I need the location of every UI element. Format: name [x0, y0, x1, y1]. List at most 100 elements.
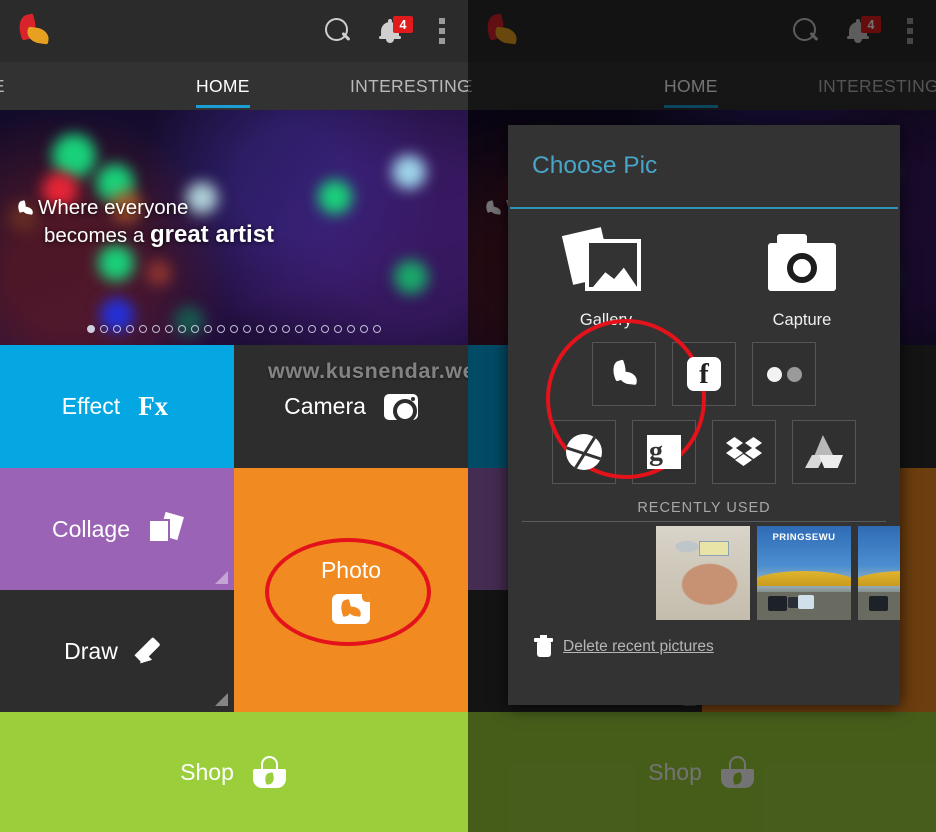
- banner-text: Where everyone becomes a great artist: [16, 195, 274, 249]
- tile-collage-label: Collage: [52, 515, 130, 542]
- tile-corner-indicator: [215, 693, 228, 706]
- banner-pager-dot[interactable]: [113, 325, 121, 333]
- pencil-icon: [134, 635, 170, 668]
- notification-badge: 4: [393, 16, 413, 33]
- tab-bar: ME HOME INTERESTING: [0, 62, 468, 110]
- search-button[interactable]: [312, 0, 364, 62]
- tile-shop[interactable]: Shop: [0, 712, 468, 832]
- choose-pic-dialog: Choose Pic Gallery Capture f g RECENTLY …: [508, 125, 900, 705]
- banner-pager-dot[interactable]: [230, 325, 238, 333]
- banner-line-2-strong: great artist: [149, 221, 275, 248]
- recently-used-header: RECENTLY USED: [637, 500, 771, 516]
- banner-pager-dot[interactable]: [243, 325, 251, 333]
- banner-pager-dot[interactable]: [191, 325, 199, 333]
- banner-pager-dots[interactable]: [0, 325, 468, 333]
- banner-pager-dot[interactable]: [308, 325, 316, 333]
- picsart-logo-icon[interactable]: [12, 13, 54, 49]
- banner-pager-dot[interactable]: [100, 325, 108, 333]
- banner-pager-dot[interactable]: [178, 325, 186, 333]
- source-gallery[interactable]: Gallery: [508, 227, 706, 479]
- banner-pager-dot[interactable]: [334, 325, 342, 333]
- right-phone-panel: 4 ME HOME INTERESTING: [468, 0, 936, 832]
- banner-pager-dot[interactable]: [217, 325, 225, 333]
- app-bar-actions: 4: [312, 0, 468, 62]
- tab-me[interactable]: ME: [0, 62, 5, 110]
- banner-pager-dot[interactable]: [373, 325, 381, 333]
- tile-draw[interactable]: Draw: [0, 590, 234, 712]
- banner-pager-dot[interactable]: [165, 325, 173, 333]
- tile-shop-label: Shop: [180, 758, 234, 785]
- tile-camera-label: Camera: [284, 393, 366, 419]
- picsart-photo-icon: [332, 593, 370, 624]
- primary-source-row: Gallery Capture: [508, 209, 900, 479]
- dropbox-icon: [726, 435, 762, 469]
- overflow-menu-button[interactable]: [416, 0, 468, 62]
- camera-icon: [383, 393, 418, 423]
- delete-recent-pictures-label: Delete recent pictures: [563, 638, 714, 655]
- source-capture[interactable]: Capture: [704, 231, 900, 330]
- banner-pager-dot[interactable]: [295, 325, 303, 333]
- notifications-button[interactable]: 4: [364, 0, 416, 62]
- collage-icon: [148, 511, 184, 544]
- banner-pager-dot[interactable]: [347, 325, 355, 333]
- dialog-header: Choose Pic: [508, 125, 900, 207]
- banner-pager-dot[interactable]: [321, 325, 329, 333]
- service-google-drive[interactable]: [792, 420, 856, 484]
- promo-banner[interactable]: Where everyone becomes a great artist: [0, 110, 468, 345]
- tile-corner-indicator: [215, 571, 228, 584]
- service-dropbox[interactable]: [712, 420, 776, 484]
- banner-pager-dot[interactable]: [282, 325, 290, 333]
- banner-pager-dot[interactable]: [87, 325, 95, 333]
- picsart-icon: [608, 361, 640, 387]
- facebook-icon: f: [687, 357, 721, 391]
- banner-pager-dot[interactable]: [269, 325, 277, 333]
- source-capture-label: Capture: [772, 311, 832, 329]
- banner-pager-dot[interactable]: [152, 325, 160, 333]
- banner-pager-dot[interactable]: [204, 325, 212, 333]
- pringsewu-arch-thumbnail[interactable]: PRINGSEWU: [757, 526, 851, 620]
- camera-capture-icon: [763, 231, 841, 297]
- shopping-bag-icon: [252, 756, 288, 788]
- service-picasa[interactable]: [552, 420, 616, 484]
- google-plus-icon: g: [647, 435, 681, 469]
- source-gallery-label: Gallery: [579, 311, 633, 329]
- tab-interesting[interactable]: INTERESTING: [350, 62, 468, 110]
- bell-icon: 4: [379, 16, 413, 43]
- services-row-2: g: [508, 420, 900, 484]
- feature-tile-grid: Effect Fx Camera Collage Photo: [0, 345, 468, 832]
- service-picsart[interactable]: [592, 342, 656, 406]
- overflow-menu-icon: [439, 18, 445, 44]
- service-facebook[interactable]: f: [672, 342, 736, 406]
- tile-photo-label: Photo: [320, 556, 382, 583]
- banner-line-2-prefix: becomes a: [44, 224, 150, 247]
- picsart-mini-logo-icon: [16, 201, 34, 214]
- recent-thumbnails-strip[interactable]: PRINGSEWU: [508, 526, 900, 622]
- banner-pager-dot[interactable]: [126, 325, 134, 333]
- dialog-title: Choose Pic: [532, 152, 658, 179]
- search-icon: [325, 18, 351, 44]
- recently-used-divider: [522, 521, 886, 522]
- banner-pager-dot[interactable]: [360, 325, 368, 333]
- flickr-icon: [766, 366, 802, 382]
- tile-draw-label: Draw: [64, 637, 118, 664]
- watermark-text: www.kusnendar.web.id: [268, 359, 468, 383]
- delete-recent-pictures-button[interactable]: Delete recent pictures: [508, 622, 900, 658]
- thumbnail-caption: PRINGSEWU: [772, 532, 836, 543]
- left-phone-panel: 4 ME HOME INTERESTING: [0, 0, 468, 832]
- service-google-plus[interactable]: g: [632, 420, 696, 484]
- banner-pager-dot[interactable]: [256, 325, 264, 333]
- tile-photo[interactable]: Photo: [234, 468, 468, 712]
- service-flickr[interactable]: [752, 342, 816, 406]
- screenshot-stage: 4 ME HOME INTERESTING: [0, 0, 936, 832]
- hand-photo-thumbnail[interactable]: [656, 526, 750, 620]
- google-drive-icon: [805, 435, 843, 469]
- picasa-icon: [566, 434, 602, 470]
- services-row-1: f: [508, 342, 900, 406]
- pringsewu-arch-thumbnail-2[interactable]: [858, 526, 900, 620]
- banner-line-1: Where everyone: [38, 196, 189, 219]
- tile-collage[interactable]: Collage: [0, 468, 234, 590]
- tile-effect-label: Effect: [61, 393, 121, 419]
- tile-effect[interactable]: Effect Fx: [0, 345, 234, 468]
- banner-pager-dot[interactable]: [139, 325, 147, 333]
- tab-home[interactable]: HOME: [196, 62, 250, 110]
